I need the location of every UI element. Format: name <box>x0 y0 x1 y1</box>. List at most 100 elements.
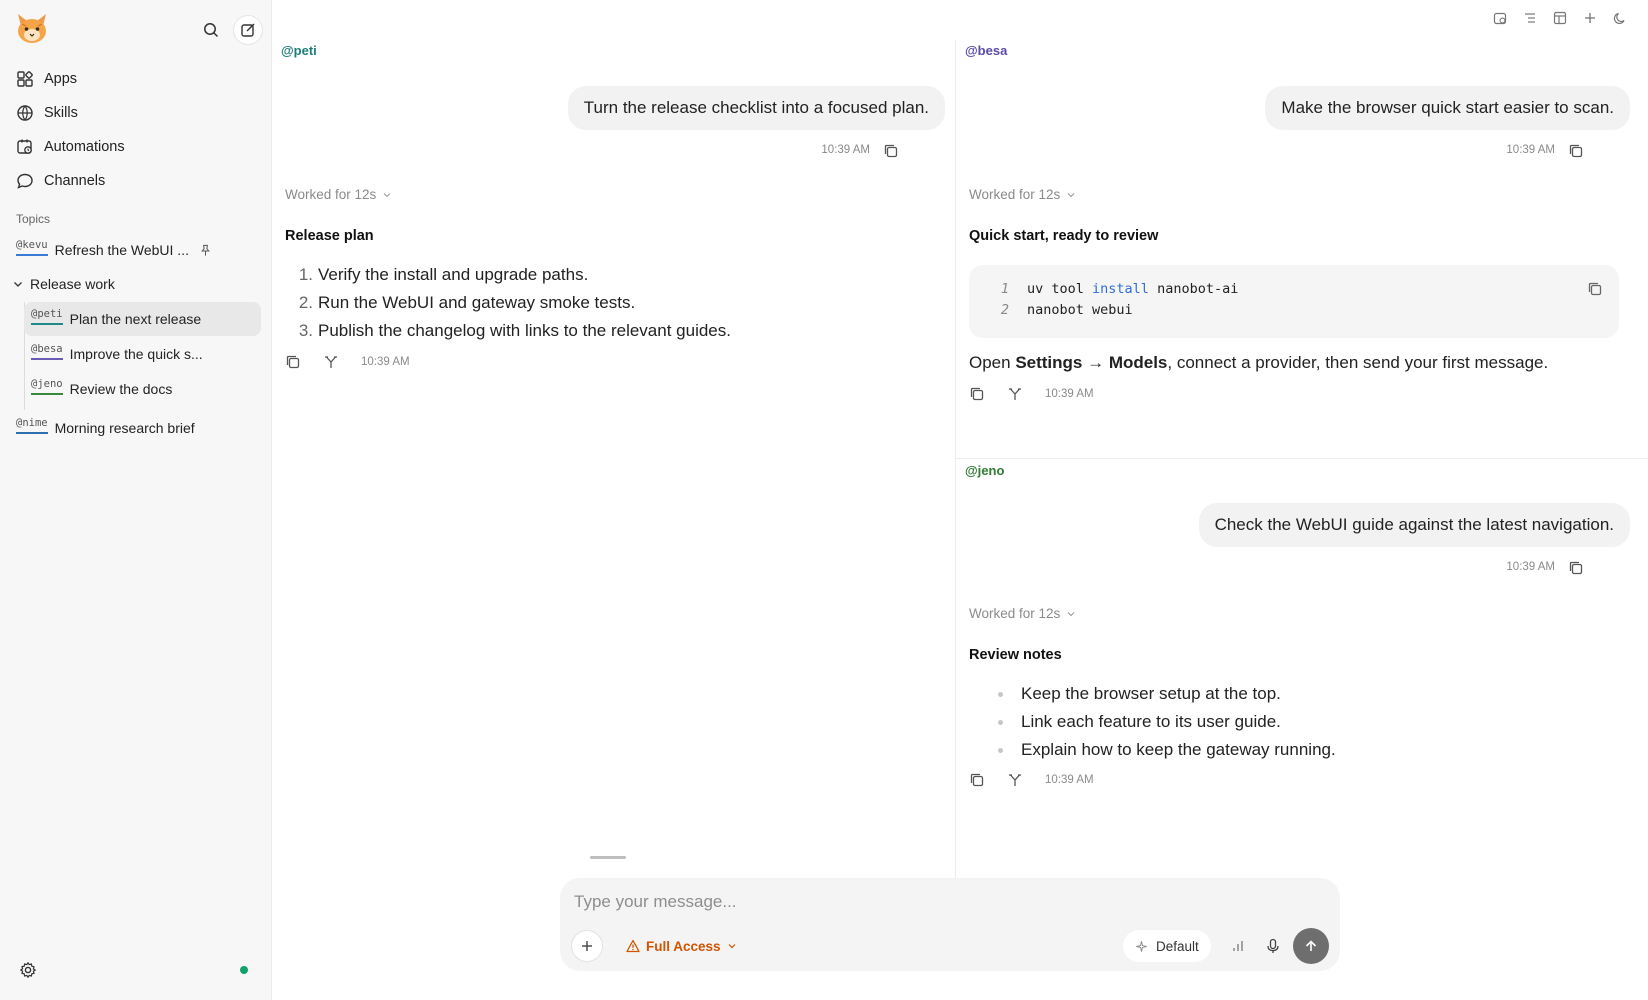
branch-icon[interactable] <box>323 354 339 370</box>
composer-resize-handle[interactable] <box>590 856 626 859</box>
sidebar-item-skills[interactable]: Skills <box>14 96 260 130</box>
add-pane-icon[interactable] <box>1582 10 1598 26</box>
user-message: Make the browser quick start easier to s… <box>1265 86 1630 130</box>
send-button[interactable] <box>1293 928 1329 964</box>
branch-icon[interactable] <box>1007 386 1023 402</box>
topic-item[interactable]: @kevu Refresh the WebUI ... <box>16 233 260 267</box>
pin-icon[interactable] <box>199 244 212 257</box>
response-title: Release plan <box>285 228 374 244</box>
worked-duration-toggle[interactable]: Worked for 12s <box>285 187 392 202</box>
topic-item[interactable]: @besa Improve the quick s... <box>24 337 261 371</box>
chat-pane-jeno: @jeno Check the WebUI guide against the … <box>955 459 1648 879</box>
pane-handle: @besa <box>965 43 1008 58</box>
message-composer: Full Access Default <box>560 878 1340 971</box>
topic-label: Plan the next release <box>69 311 202 327</box>
sidebar-item-label: Skills <box>44 105 78 121</box>
compose-icon <box>241 23 255 37</box>
plus-icon <box>582 941 592 951</box>
sidebar-nav: Apps Skills Automations Channels <box>14 62 260 198</box>
chat-pane-besa: @besa Make the browser quick start easie… <box>955 40 1648 458</box>
top-toolbar <box>1492 10 1628 26</box>
sidebar-item-automations[interactable]: Automations <box>14 130 260 164</box>
worked-label: Worked for 12s <box>285 187 377 202</box>
search-icon <box>204 23 219 38</box>
response-title: Quick start, ready to review <box>969 228 1159 244</box>
sparkle-icon <box>1136 940 1147 952</box>
copy-icon[interactable] <box>1568 143 1584 159</box>
sidebar-item-label: Automations <box>44 139 125 155</box>
sidebar-item-label: Apps <box>44 71 78 87</box>
new-chat-button[interactable] <box>234 16 262 44</box>
settings-gear-icon[interactable] <box>19 961 37 979</box>
dark-mode-icon[interactable] <box>1612 10 1628 26</box>
arrow-up-icon <box>1305 940 1317 951</box>
automations-icon <box>17 139 32 154</box>
topic-group-label: Release work <box>30 276 115 292</box>
worked-label: Worked for 12s <box>969 187 1061 202</box>
topic-label: Refresh the WebUI ... <box>54 242 189 258</box>
outline-icon[interactable] <box>1522 10 1538 26</box>
copy-icon[interactable] <box>1568 560 1584 576</box>
topic-handle: @besa <box>31 344 63 360</box>
copy-icon[interactable] <box>883 143 899 159</box>
worked-duration-toggle[interactable]: Worked for 12s <box>969 606 1076 621</box>
chevron-down-icon <box>383 192 391 197</box>
topics-section-label: Topics <box>16 212 51 226</box>
topic-handle: @jeno <box>31 379 63 395</box>
channels-icon <box>17 173 33 189</box>
warning-icon <box>626 939 640 953</box>
sidebar: Apps Skills Automations Channels Topics … <box>0 0 272 1000</box>
response-time: 10:39 AM <box>361 356 410 368</box>
worked-label: Worked for 12s <box>969 606 1061 621</box>
microphone-icon[interactable] <box>1265 938 1281 954</box>
connection-status-dot <box>240 966 248 974</box>
model-selector[interactable]: Default <box>1123 930 1211 962</box>
access-mode-dropdown[interactable]: Full Access <box>626 934 737 958</box>
schedule-icon[interactable] <box>1492 10 1508 26</box>
topic-item[interactable]: @jeno Review the docs <box>24 372 261 406</box>
sidebar-item-apps[interactable]: Apps <box>14 62 260 96</box>
app-logo[interactable] <box>14 10 50 46</box>
user-message: Check the WebUI guide against the latest… <box>1198 503 1630 547</box>
code-line: 1 uv tool install nanobot-ai <box>1000 281 1239 297</box>
copy-icon[interactable] <box>969 386 985 402</box>
response-actions: 10:39 AM <box>969 772 1094 788</box>
chevron-down-icon <box>728 944 735 949</box>
list-item: Keep the browser setup at the top. <box>995 680 1336 708</box>
topic-handle: @peti <box>31 309 63 325</box>
copy-code-icon[interactable] <box>1587 281 1603 297</box>
chat-pane-peti: @peti Turn the release checklist into a … <box>272 40 955 880</box>
topic-group-release-work[interactable]: Release work <box>12 267 256 301</box>
chevron-down-icon <box>1067 192 1075 197</box>
topic-handle: @nime <box>16 418 48 434</box>
worked-duration-toggle[interactable]: Worked for 12s <box>969 187 1076 202</box>
branch-icon[interactable] <box>1007 772 1023 788</box>
message-input[interactable] <box>574 888 1314 916</box>
response-actions: 10:39 AM <box>969 386 1094 402</box>
list-item: Explain how to keep the gateway running. <box>995 736 1336 764</box>
sidebar-item-label: Channels <box>44 173 106 189</box>
release-plan-list: 1. Verify the install and upgrade paths. … <box>295 261 731 345</box>
topic-item-active[interactable]: @peti Plan the next release <box>24 302 261 336</box>
topic-label: Review the docs <box>69 381 173 397</box>
code-block: 1 uv tool install nanobot-ai 2 nanobot w… <box>969 265 1619 338</box>
layout-icon[interactable] <box>1552 10 1568 26</box>
user-message: Turn the release checklist into a focuse… <box>567 86 945 130</box>
pane-handle: @peti <box>281 43 317 58</box>
topic-item[interactable]: @nime Morning research brief <box>16 411 260 445</box>
code-line: 2 nanobot webui <box>1000 302 1133 318</box>
signal-bars-icon[interactable] <box>1230 938 1246 954</box>
message-time: 10:39 AM <box>1506 144 1555 156</box>
list-item: 1. Verify the install and upgrade paths. <box>298 265 589 284</box>
copy-icon[interactable] <box>969 772 985 788</box>
search-button[interactable] <box>197 16 225 44</box>
access-mode-label: Full Access <box>646 938 721 954</box>
chevron-down-icon <box>1067 611 1075 616</box>
response-time: 10:39 AM <box>1045 388 1094 400</box>
attach-button[interactable] <box>571 930 603 962</box>
topic-label: Improve the quick s... <box>69 346 203 362</box>
apps-icon <box>17 71 33 87</box>
copy-icon[interactable] <box>285 354 301 370</box>
chevron-down-icon <box>14 282 22 287</box>
sidebar-item-channels[interactable]: Channels <box>14 164 260 198</box>
